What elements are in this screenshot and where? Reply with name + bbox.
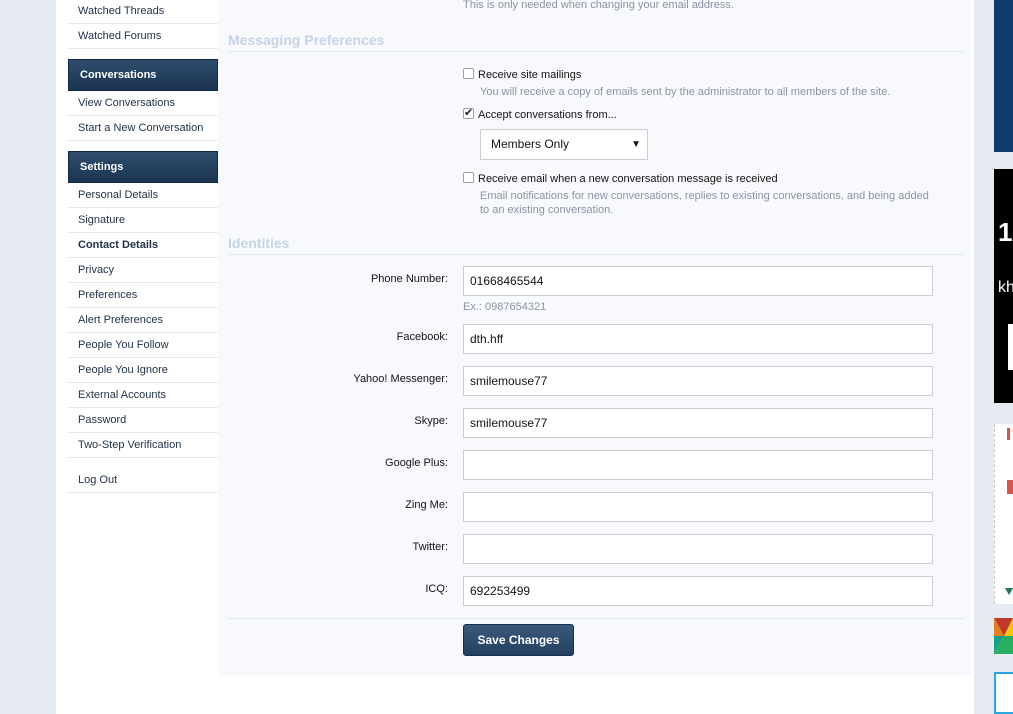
facebook-field[interactable]: dth.hff: [463, 324, 933, 354]
ad-banner-top[interactable]: [994, 0, 1013, 152]
accept-conversations-selected: Members Only: [491, 137, 570, 151]
ad-bar-shape: [1008, 324, 1013, 370]
accept-conversations-option[interactable]: Accept conversations from...: [463, 106, 617, 121]
contact-details-form: This is only needed when changing your e…: [218, 0, 972, 676]
ad-banner-bottom[interactable]: [994, 672, 1013, 714]
ad-red-mark: [1007, 480, 1013, 494]
sidebar-item-personal-details[interactable]: Personal Details: [68, 183, 218, 208]
skype-label: Skype:: [414, 415, 448, 427]
ad-big-text: 1: [998, 217, 1013, 247]
twitter-label: Twitter:: [412, 541, 448, 553]
sidebar-item-alert-preferences[interactable]: Alert Preferences: [68, 308, 218, 333]
zing-me-label: Zing Me:: [405, 499, 448, 511]
accept-conversations-checkbox[interactable]: [463, 106, 474, 119]
email-change-hint: This is only needed when changing your e…: [463, 0, 734, 11]
email-on-message-description: Email notifications for new conversation…: [480, 190, 929, 216]
sidebar-item-two-step-verification[interactable]: Two-Step Verification: [68, 433, 218, 458]
sidebar-heading-conversations: Conversations: [68, 59, 218, 91]
skype-field[interactable]: smilemouse77: [463, 408, 933, 438]
facebook-label: Facebook:: [396, 331, 448, 343]
yahoo-messenger-field[interactable]: smilemouse77: [463, 366, 933, 396]
sidebar-item-view-conversations[interactable]: View Conversations: [68, 91, 218, 116]
sidebar-item-people-you-ignore[interactable]: People You Ignore: [68, 358, 218, 383]
phone-number-label: Phone Number:: [370, 273, 448, 285]
google-plus-field[interactable]: [463, 450, 933, 480]
email-on-message-option[interactable]: Receive email when a new conversation me…: [463, 172, 778, 185]
sidebar-item-people-you-follow[interactable]: People You Follow: [68, 333, 218, 358]
sidebar-item-privacy[interactable]: Privacy: [68, 258, 218, 283]
site-mailings-description: You will receive a copy of emails sent b…: [480, 86, 891, 98]
google-plus-label: Google Plus:: [385, 457, 448, 469]
icq-field[interactable]: 692253499: [463, 576, 933, 606]
sidebar-item-signature[interactable]: Signature: [68, 208, 218, 233]
accept-conversations-label: Accept conversations from...: [478, 109, 617, 121]
ad-red-mark: [1007, 428, 1010, 440]
phone-number-hint: Ex.: 0987654321: [463, 301, 547, 313]
zing-me-field[interactable]: [463, 492, 933, 522]
email-on-message-checkbox[interactable]: [463, 172, 474, 183]
messaging-preferences-heading: Messaging Preferences: [228, 32, 964, 52]
sidebar-item-contact-details[interactable]: Contact Details: [68, 233, 218, 258]
ad-banner-black[interactable]: 1 kh: [994, 169, 1013, 403]
dropdown-arrow-icon: ▼: [631, 139, 641, 150]
sidebar-item-preferences[interactable]: Preferences: [68, 283, 218, 308]
email-on-message-label: Receive email when a new conversation me…: [478, 173, 778, 185]
icq-label: ICQ:: [425, 583, 448, 595]
form-divider: [228, 618, 964, 619]
sidebar-item-external-accounts[interactable]: External Accounts: [68, 383, 218, 408]
account-sidebar: Watched Threads Watched Forums Conversat…: [68, 0, 218, 493]
twitter-field[interactable]: [463, 534, 933, 564]
sidebar-item-watched-threads[interactable]: Watched Threads: [68, 0, 218, 24]
sidebar-item-start-conversation[interactable]: Start a New Conversation: [68, 116, 218, 141]
ad-banner-dashed[interactable]: [994, 424, 1013, 604]
site-mailings-checkbox[interactable]: [463, 68, 474, 79]
identities-heading: Identities: [228, 235, 964, 255]
ad-logo-icon: [994, 618, 1013, 654]
sidebar-item-log-out[interactable]: Log Out: [68, 468, 218, 493]
yahoo-messenger-label: Yahoo! Messenger:: [353, 373, 448, 385]
sidebar-item-watched-forums[interactable]: Watched Forums: [68, 24, 218, 49]
sidebar-heading-settings: Settings: [68, 151, 218, 183]
sidebar-item-password[interactable]: Password: [68, 408, 218, 433]
ad-banner-logo[interactable]: [994, 618, 1013, 654]
ad-small-text: kh: [998, 279, 1013, 296]
ad-green-triangle-icon: [1005, 588, 1013, 595]
site-mailings-label: Receive site mailings: [478, 69, 582, 81]
phone-number-field[interactable]: 01668465544: [463, 266, 933, 296]
save-changes-button[interactable]: Save Changes: [463, 624, 574, 656]
accept-conversations-select[interactable]: Members Only ▼: [480, 129, 648, 160]
site-mailings-option[interactable]: Receive site mailings: [463, 68, 581, 81]
